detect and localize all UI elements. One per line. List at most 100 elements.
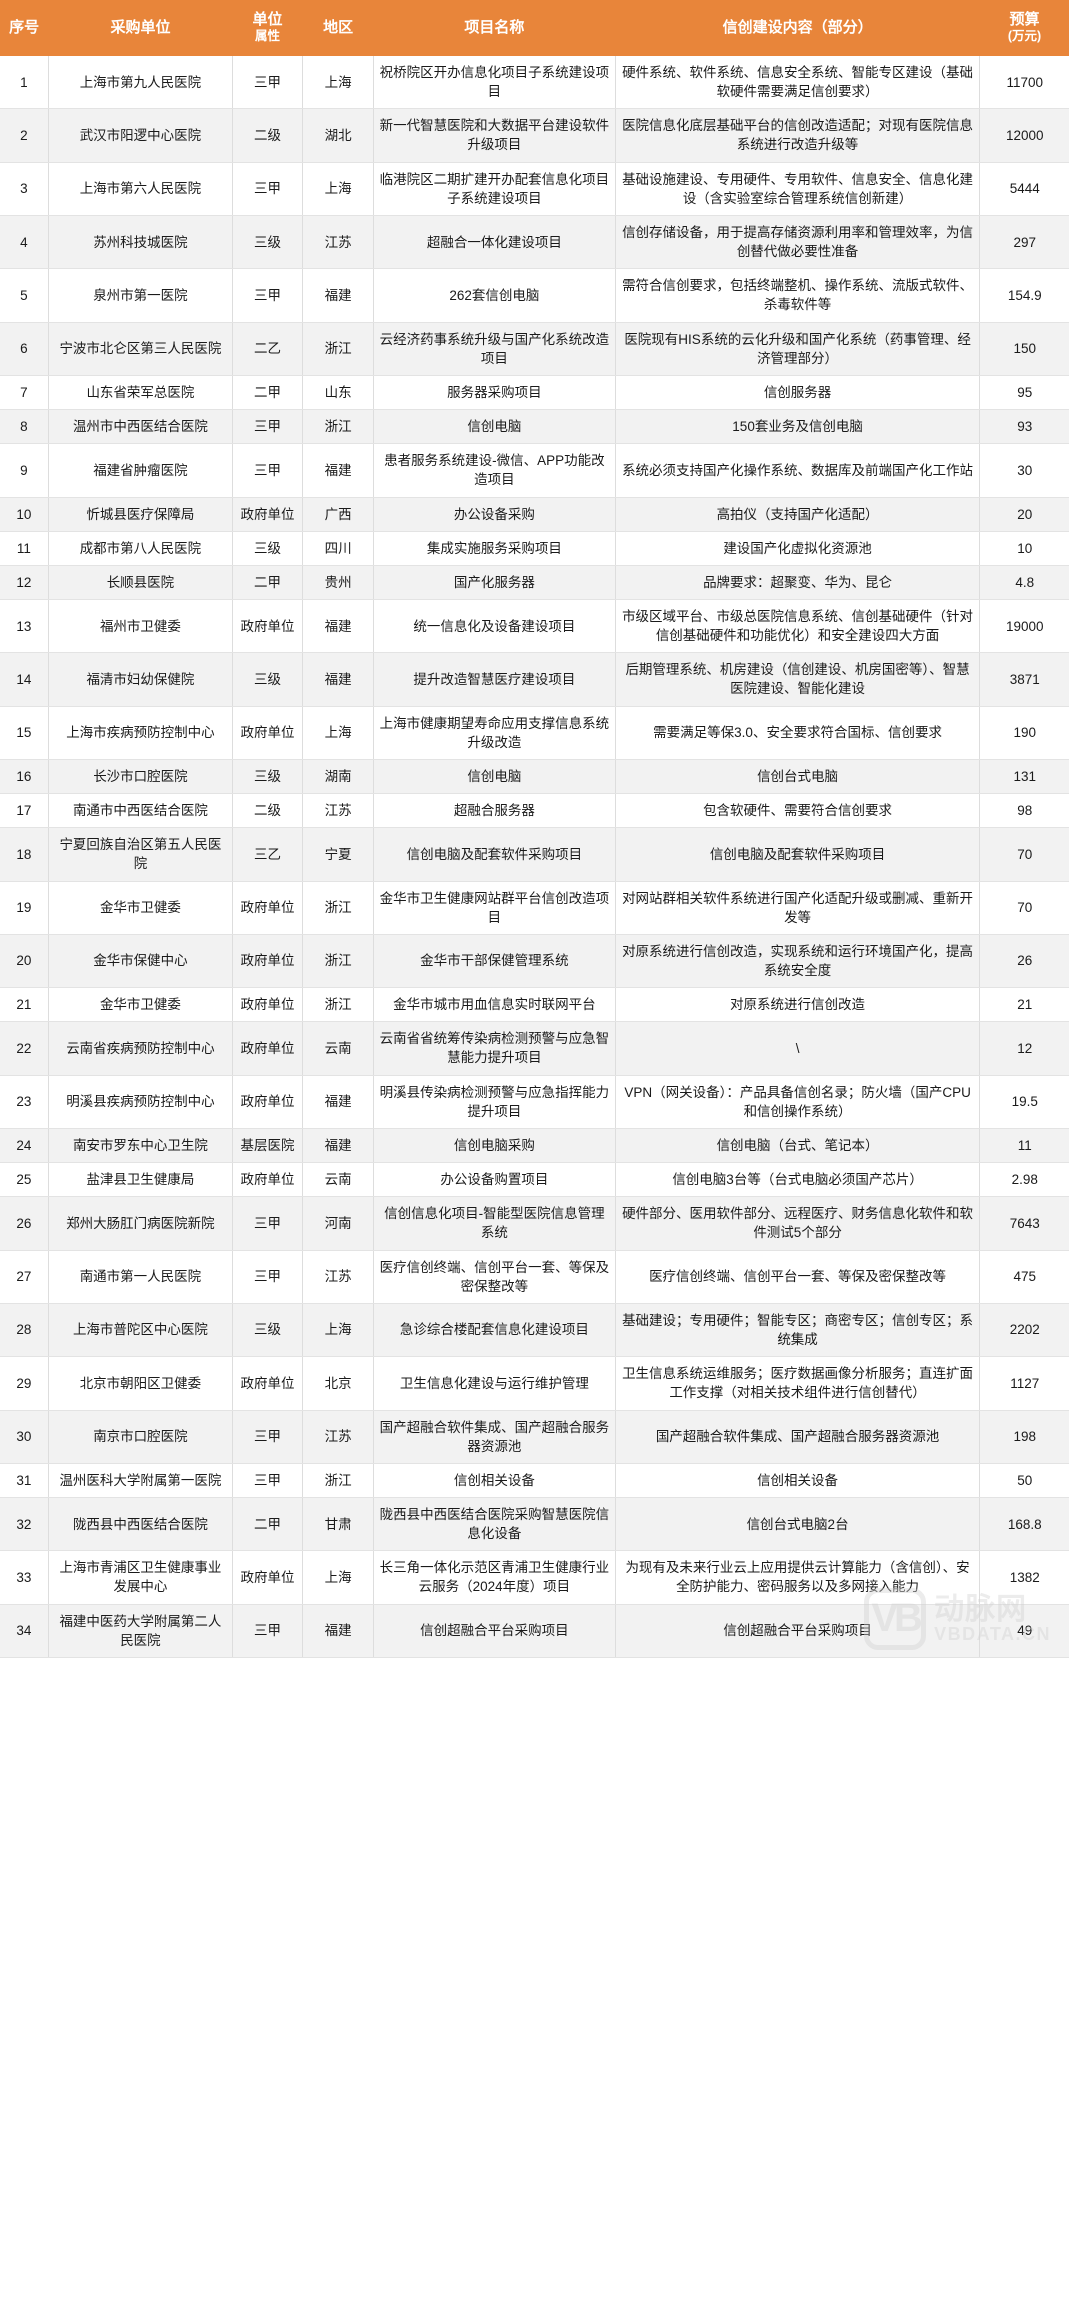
cell-unit-attribute: 三甲 <box>232 443 303 498</box>
cell-budget: 10 <box>979 531 1069 566</box>
table-row: 17 南通市中西医结合医院 二级 江苏 超融合服务器 包含软硬件、需要符合信创要求 98 <box>0 793 1069 829</box>
cell-index: 32 <box>0 1497 49 1552</box>
cell-construction-content: 市级区域平台、市级总医院信息系统、信创基础硬件（针对信创基础硬件和功能优化）和安… <box>614 599 981 654</box>
column-header-attribute-sublabel: 属性 <box>255 29 281 44</box>
cell-index: 9 <box>0 443 49 498</box>
cell-region: 浙江 <box>301 881 375 935</box>
cell-budget: 95 <box>979 375 1069 411</box>
cell-region: 广西 <box>301 497 375 532</box>
cell-purchasing-unit: 上海市青浦区卫生健康事业发展中心 <box>47 1550 234 1605</box>
column-header-project: 项目名称 <box>373 0 616 56</box>
cell-region: 湖北 <box>301 108 375 163</box>
column-header-region: 地区 <box>302 0 374 56</box>
cell-unit-attribute: 政府单位 <box>232 1162 303 1198</box>
cell-unit-attribute: 基层医院 <box>232 1128 303 1164</box>
table-row: 11 成都市第八人民医院 三级 四川 集成实施服务采购项目 建设国产化虚拟化资源池 10 <box>0 531 1069 566</box>
cell-region: 江苏 <box>301 1250 375 1304</box>
cell-index: 11 <box>0 531 49 566</box>
cell-region: 福建 <box>301 599 375 654</box>
cell-region: 贵州 <box>301 565 375 600</box>
cell-budget: 198 <box>979 1410 1069 1464</box>
cell-region: 云南 <box>301 1162 375 1198</box>
table-row: 24 南安市罗东中心卫生院 基层医院 福建 信创电脑采购 信创电脑（台式、笔记本） 11 <box>0 1128 1069 1164</box>
table-row: 3 上海市第六人民医院 三甲 上海 临港院区二期扩建开办配套信息化项目子系统建设项目 基础… <box>0 162 1069 216</box>
cell-project-name: 卫生信息化建设与运行维护管理 <box>373 1356 616 1411</box>
cell-region: 上海 <box>301 56 375 110</box>
cell-purchasing-unit: 宁夏回族自治区第五人民医院 <box>47 827 234 882</box>
cell-construction-content: 需符合信创要求，包括终端整机、操作系统、流版式软件、杀毒软件等 <box>614 268 981 323</box>
cell-construction-content: 品牌要求：超聚变、华为、昆仑 <box>614 565 981 600</box>
cell-purchasing-unit: 金华市保健中心 <box>47 934 234 989</box>
cell-budget: 12 <box>979 1021 1069 1076</box>
cell-budget: 5444 <box>979 162 1069 216</box>
cell-construction-content: 后期管理系统、机房建设（信创建设、机房国密等）、智慧医院建设、智能化建设 <box>614 652 981 707</box>
cell-budget: 154.9 <box>979 268 1069 323</box>
column-header-attribute-label: 单位 <box>252 11 283 29</box>
cell-construction-content: VPN（网关设备）：产品具备信创名录；防火墙（国产CPU和信创操作系统） <box>614 1075 981 1129</box>
cell-purchasing-unit: 明溪县疾病预防控制中心 <box>47 1075 234 1129</box>
cell-region: 湖南 <box>301 759 375 795</box>
column-header-content: 信创建设内容（部分） <box>615 0 980 56</box>
cell-construction-content: 对原系统进行信创改造，实现系统和运行环境国产化，提高系统安全度 <box>614 934 981 989</box>
cell-project-name: 云经济药事系统升级与国产化系统改造项目 <box>373 322 616 376</box>
cell-budget: 297 <box>979 215 1069 270</box>
cell-index: 2 <box>0 108 49 163</box>
cell-project-name: 262套信创电脑 <box>373 268 616 323</box>
cell-budget: 150 <box>979 322 1069 376</box>
cell-project-name: 金华市城市用血信息实时联网平台 <box>373 987 616 1023</box>
cell-project-name: 国产化服务器 <box>373 565 616 600</box>
cell-project-name: 急诊综合楼配套信息化建设项目 <box>373 1303 616 1358</box>
cell-project-name: 信创电脑 <box>373 409 616 445</box>
table-row: 19 金华市卫健委 政府单位 浙江 金华市卫生健康网站群平台信创改造项目 对网站群相关软件… <box>0 881 1069 935</box>
cell-region: 河南 <box>301 1196 375 1251</box>
cell-purchasing-unit: 温州医科大学附属第一医院 <box>47 1463 234 1498</box>
cell-purchasing-unit: 陇西县中西医结合医院 <box>47 1497 234 1552</box>
cell-index: 23 <box>0 1075 49 1129</box>
table-row: 27 南通市第一人民医院 三甲 江苏 医疗信创终端、信创平台一套、等保及密保整改等 医疗信… <box>0 1250 1069 1304</box>
cell-purchasing-unit: 福建省肿瘤医院 <box>47 443 234 498</box>
cell-project-name: 办公设备采购 <box>373 497 616 532</box>
cell-index: 4 <box>0 215 49 270</box>
cell-budget: 50 <box>979 1463 1069 1498</box>
cell-project-name: 服务器采购项目 <box>373 375 616 411</box>
cell-region: 福建 <box>301 268 375 323</box>
cell-construction-content: 信创相关设备 <box>614 1463 981 1498</box>
cell-purchasing-unit: 金华市卫健委 <box>47 881 234 935</box>
cell-unit-attribute: 二甲 <box>232 375 303 411</box>
table-row: 2 武汉市阳逻中心医院 二级 湖北 新一代智慧医院和大数据平台建设软件升级项目 医院信息化… <box>0 108 1069 163</box>
cell-project-name: 信创电脑及配套软件采购项目 <box>373 827 616 882</box>
table-row: 30 南京市口腔医院 三甲 江苏 国产超融合软件集成、国产超融合服务器资源池 国产超融合软… <box>0 1410 1069 1464</box>
cell-unit-attribute: 三乙 <box>232 827 303 882</box>
table-body: 1 上海市第九人民医院 三甲 上海 祝桥院区开办信息化项目子系统建设项目 硬件系统、软件系… <box>0 56 1069 1658</box>
cell-index: 24 <box>0 1128 49 1164</box>
cell-index: 12 <box>0 565 49 600</box>
table-row: 29 北京市朝阳区卫健委 政府单位 北京 卫生信息化建设与运行维护管理 卫生信息系统运维服… <box>0 1356 1069 1411</box>
table-row: 20 金华市保健中心 政府单位 浙江 金华市干部保健管理系统 对原系统进行信创改造，实现系… <box>0 934 1069 989</box>
cell-purchasing-unit: 上海市第六人民医院 <box>47 162 234 216</box>
cell-construction-content: 对原系统进行信创改造 <box>614 987 981 1023</box>
table-row: 34 福建中医药大学附属第二人民医院 三甲 福建 信创超融合平台采购项目 信创超融合平台采… <box>0 1604 1069 1658</box>
cell-purchasing-unit: 长顺县医院 <box>47 565 234 600</box>
cell-purchasing-unit: 武汉市阳逻中心医院 <box>47 108 234 163</box>
cell-budget: 3871 <box>979 652 1069 707</box>
cell-index: 17 <box>0 793 49 829</box>
cell-budget: 30 <box>979 443 1069 498</box>
cell-index: 27 <box>0 1250 49 1304</box>
cell-purchasing-unit: 南通市中西医结合医院 <box>47 793 234 829</box>
cell-project-name: 明溪县传染病检测预警与应急指挥能力提升项目 <box>373 1075 616 1129</box>
cell-unit-attribute: 二乙 <box>232 322 303 376</box>
cell-purchasing-unit: 南通市第一人民医院 <box>47 1250 234 1304</box>
column-header-attribute: 单位 属性 <box>232 0 303 56</box>
cell-index: 34 <box>0 1604 49 1658</box>
cell-project-name: 患者服务系统建设-微信、APP功能改造项目 <box>373 443 616 498</box>
cell-purchasing-unit: 金华市卫健委 <box>47 987 234 1023</box>
cell-index: 33 <box>0 1550 49 1605</box>
column-header-unit-label: 采购单位 <box>110 19 171 37</box>
cell-purchasing-unit: 温州市中西医结合医院 <box>47 409 234 445</box>
cell-purchasing-unit: 长沙市口腔医院 <box>47 759 234 795</box>
cell-unit-attribute: 三级 <box>232 215 303 270</box>
cell-budget: 19000 <box>979 599 1069 654</box>
cell-construction-content: 系统必须支持国产化操作系统、数据库及前端国产化工作站 <box>614 443 981 498</box>
cell-index: 5 <box>0 268 49 323</box>
cell-project-name: 提升改造智慧医疗建设项目 <box>373 652 616 707</box>
